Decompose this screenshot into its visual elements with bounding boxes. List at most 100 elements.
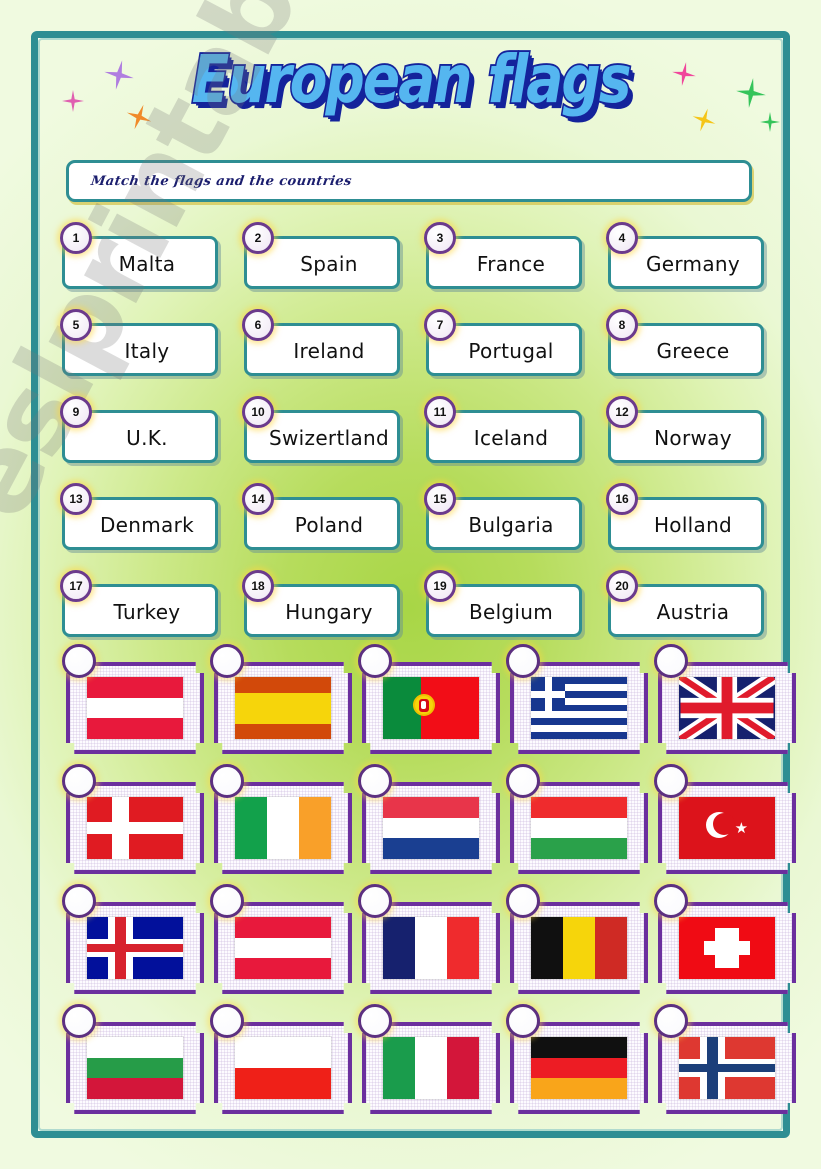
flag-cell: [60, 644, 208, 770]
country-cell: 8 Greece: [606, 309, 790, 396]
number-badge-20: 20: [606, 570, 638, 602]
country-label: Iceland: [473, 425, 549, 450]
flag-row: [60, 644, 800, 770]
flag-bulgaria-icon: [87, 1037, 183, 1099]
number-badge-4: 4: [606, 222, 638, 254]
answer-circle-italy[interactable]: [358, 1004, 392, 1038]
country-cell: 3 France: [424, 222, 608, 309]
country-cell: 12 Norway: [606, 396, 790, 483]
flag-row: ★: [60, 764, 800, 890]
instruction-box: Match the flags and the countries: [66, 160, 752, 202]
country-label: Bulgaria: [468, 512, 554, 537]
instruction-text: Match the flags and the countries: [89, 173, 353, 189]
number-badge-7: 7: [424, 309, 456, 341]
country-label: Poland: [294, 512, 364, 537]
country-label: Hungary: [285, 599, 373, 624]
number-badge-14: 14: [242, 483, 274, 515]
flag-cell: [60, 1004, 208, 1130]
answer-circle-denmark[interactable]: [62, 764, 96, 798]
country-label: Holland: [653, 512, 733, 537]
flag-cell: [504, 1004, 652, 1130]
number-badge-5: 5: [60, 309, 92, 341]
flag-cell: [208, 884, 356, 1010]
answer-circle-uk[interactable]: [654, 644, 688, 678]
number-badge-13: 13: [60, 483, 92, 515]
flag-ireland-icon: [235, 797, 331, 859]
flag-cell: [356, 764, 504, 890]
country-label: Spain: [300, 251, 358, 276]
answer-circle-malta[interactable]: [210, 884, 244, 918]
flag-belgium-icon: [531, 917, 627, 979]
answer-circle-spain[interactable]: [210, 644, 244, 678]
flag-switzerland-icon: [679, 917, 775, 979]
answer-circle-ireland[interactable]: [210, 764, 244, 798]
answer-circle-austria[interactable]: [62, 644, 96, 678]
answer-circle-norway[interactable]: [654, 1004, 688, 1038]
number-badge-1: 1: [60, 222, 92, 254]
country-label: Germany: [645, 251, 741, 276]
flag-cell: [504, 644, 652, 770]
flag-france-icon: [383, 917, 479, 979]
country-cell: 19 Belgium: [424, 570, 608, 657]
number-badge-2: 2: [242, 222, 274, 254]
title-container: European flags: [0, 39, 821, 120]
flag-netherlands-icon: [383, 797, 479, 859]
flag-germany-icon: [531, 1037, 627, 1099]
number-badge-16: 16: [606, 483, 638, 515]
country-label: Italy: [124, 338, 170, 363]
country-label: Malta: [118, 251, 176, 276]
flag-card-grid: ★: [60, 644, 800, 1130]
country-label: Belgium: [468, 599, 554, 624]
answer-circle-portugal[interactable]: [358, 644, 392, 678]
country-label: U.K.: [126, 425, 168, 450]
flag-row: [60, 884, 800, 1010]
number-badge-6: 6: [242, 309, 274, 341]
answer-circle-hungary[interactable]: [506, 764, 540, 798]
country-row: 17 Turkey 18 Hungary 19 Belgium 20 Austria: [60, 570, 790, 657]
answer-circle-iceland[interactable]: [62, 884, 96, 918]
flag-hungary-icon: [531, 797, 627, 859]
number-badge-3: 3: [424, 222, 456, 254]
flag-cell: [504, 764, 652, 890]
number-badge-8: 8: [606, 309, 638, 341]
country-cell: 6 Ireland: [242, 309, 426, 396]
answer-circle-poland[interactable]: [210, 1004, 244, 1038]
country-cell: 10 Swizertland: [242, 396, 426, 483]
answer-circle-holland[interactable]: [358, 764, 392, 798]
country-label: Norway: [654, 425, 732, 450]
flag-cell: [60, 764, 208, 890]
number-badge-15: 15: [424, 483, 456, 515]
answer-circle-belgium[interactable]: [506, 884, 540, 918]
answer-circle-germany[interactable]: [506, 1004, 540, 1038]
answer-circle-greece[interactable]: [506, 644, 540, 678]
flag-cell: [208, 764, 356, 890]
number-badge-10: 10: [242, 396, 274, 428]
country-label: Portugal: [468, 338, 554, 363]
flag-portugal-icon: [383, 677, 479, 739]
flag-cell: ★: [652, 764, 800, 890]
flag-norway-icon: [679, 1037, 775, 1099]
country-label: Turkey: [113, 599, 181, 624]
flag-cell: [356, 884, 504, 1010]
flag-uk-icon: [679, 677, 775, 739]
country-label: Denmark: [99, 512, 195, 537]
flag-cell: [504, 884, 652, 1010]
country-cell: 13 Denmark: [60, 483, 244, 570]
country-cell: 15 Bulgaria: [424, 483, 608, 570]
country-cell: 16 Holland: [606, 483, 790, 570]
answer-circle-swizertland[interactable]: [654, 884, 688, 918]
flag-cell: [356, 644, 504, 770]
page-title: European flags: [190, 39, 633, 120]
country-cell: 2 Spain: [242, 222, 426, 309]
answer-circle-bulgaria[interactable]: [62, 1004, 96, 1038]
country-row: 5 Italy 6 Ireland 7 Portugal 8 Greece: [60, 309, 790, 396]
flag-italy-icon: [383, 1037, 479, 1099]
answer-circle-france[interactable]: [358, 884, 392, 918]
country-cell: 4 Germany: [606, 222, 790, 309]
answer-circle-turkey[interactable]: [654, 764, 688, 798]
number-badge-12: 12: [606, 396, 638, 428]
country-label: Greece: [656, 338, 730, 363]
country-cell: 5 Italy: [60, 309, 244, 396]
country-cell: 7 Portugal: [424, 309, 608, 396]
country-cell: 11 Iceland: [424, 396, 608, 483]
